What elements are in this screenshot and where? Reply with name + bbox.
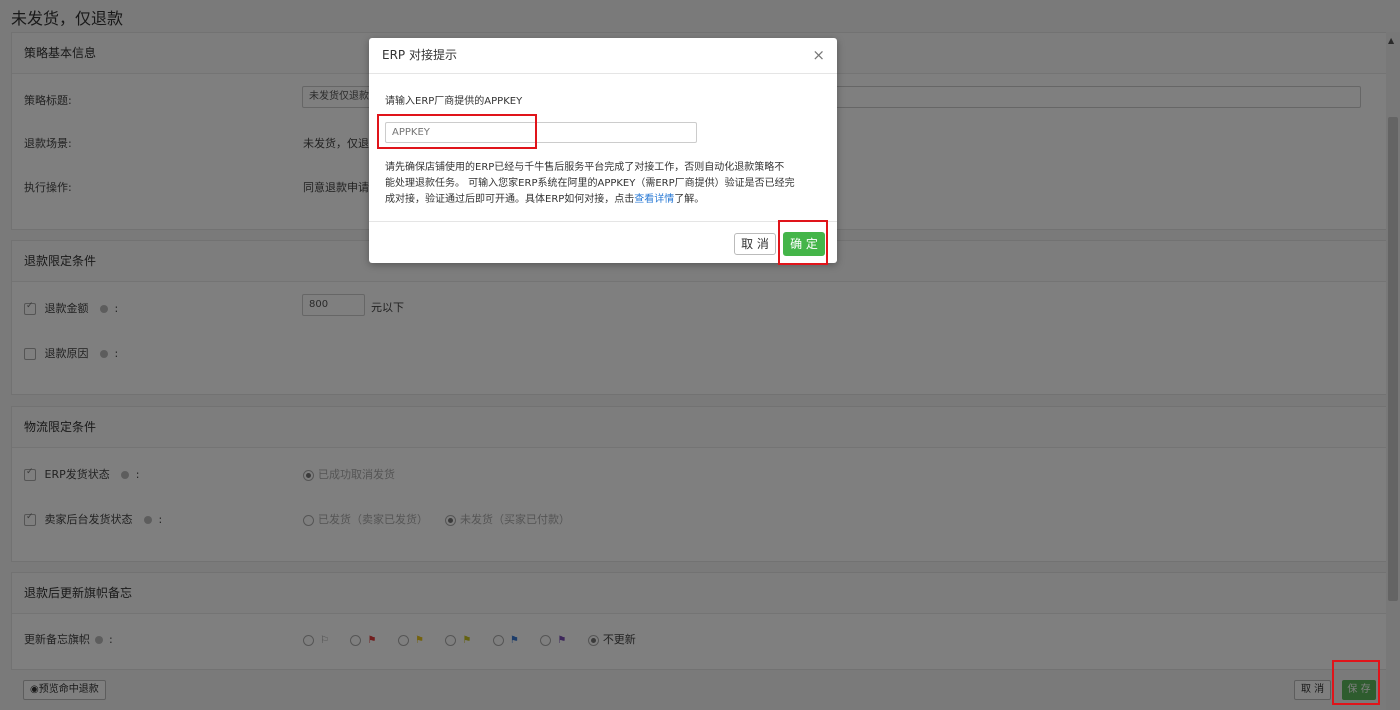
details-link[interactable]: 查看详情 bbox=[634, 194, 674, 205]
erp-modal: ERP 对接提示 × 请输入ERP厂商提供的APPKEY 请先确保店铺使用的ER… bbox=[369, 38, 837, 263]
modal-cancel-button[interactable]: 取 消 bbox=[734, 233, 776, 255]
note-text: 了解。 bbox=[674, 194, 705, 205]
highlight-box bbox=[377, 114, 537, 149]
modal-title: ERP 对接提示 bbox=[382, 48, 457, 62]
modal-prompt: 请输入ERP厂商提供的APPKEY bbox=[385, 96, 523, 107]
note-line: 能处理退款任务。 可输入您家ERP系统在阿里的APPKEY（需ERP厂商提供）验… bbox=[385, 178, 795, 189]
modal-note: 请先确保店铺使用的ERP已经与千牛售后服务平台完成了对接工作，否则自动化退款策略… bbox=[385, 160, 825, 208]
modal-header: ERP 对接提示 × bbox=[369, 38, 837, 74]
note-line: 成对接，验证通过后即可开通。具体ERP如何对接，点击查看详情了解。 bbox=[385, 192, 825, 208]
close-icon[interactable]: × bbox=[812, 38, 825, 73]
highlight-box bbox=[778, 220, 828, 265]
note-line: 请先确保店铺使用的ERP已经与千牛售后服务平台完成了对接工作，否则自动化退款策略… bbox=[385, 162, 785, 173]
highlight-box bbox=[1332, 660, 1380, 705]
page: 未发货，仅退款 策略基本信息 策略标题: 未发货仅退款 退款场景: 未发货，仅退… bbox=[0, 0, 1400, 710]
note-text: 成对接，验证通过后即可开通。具体ERP如何对接，点击 bbox=[385, 194, 635, 205]
